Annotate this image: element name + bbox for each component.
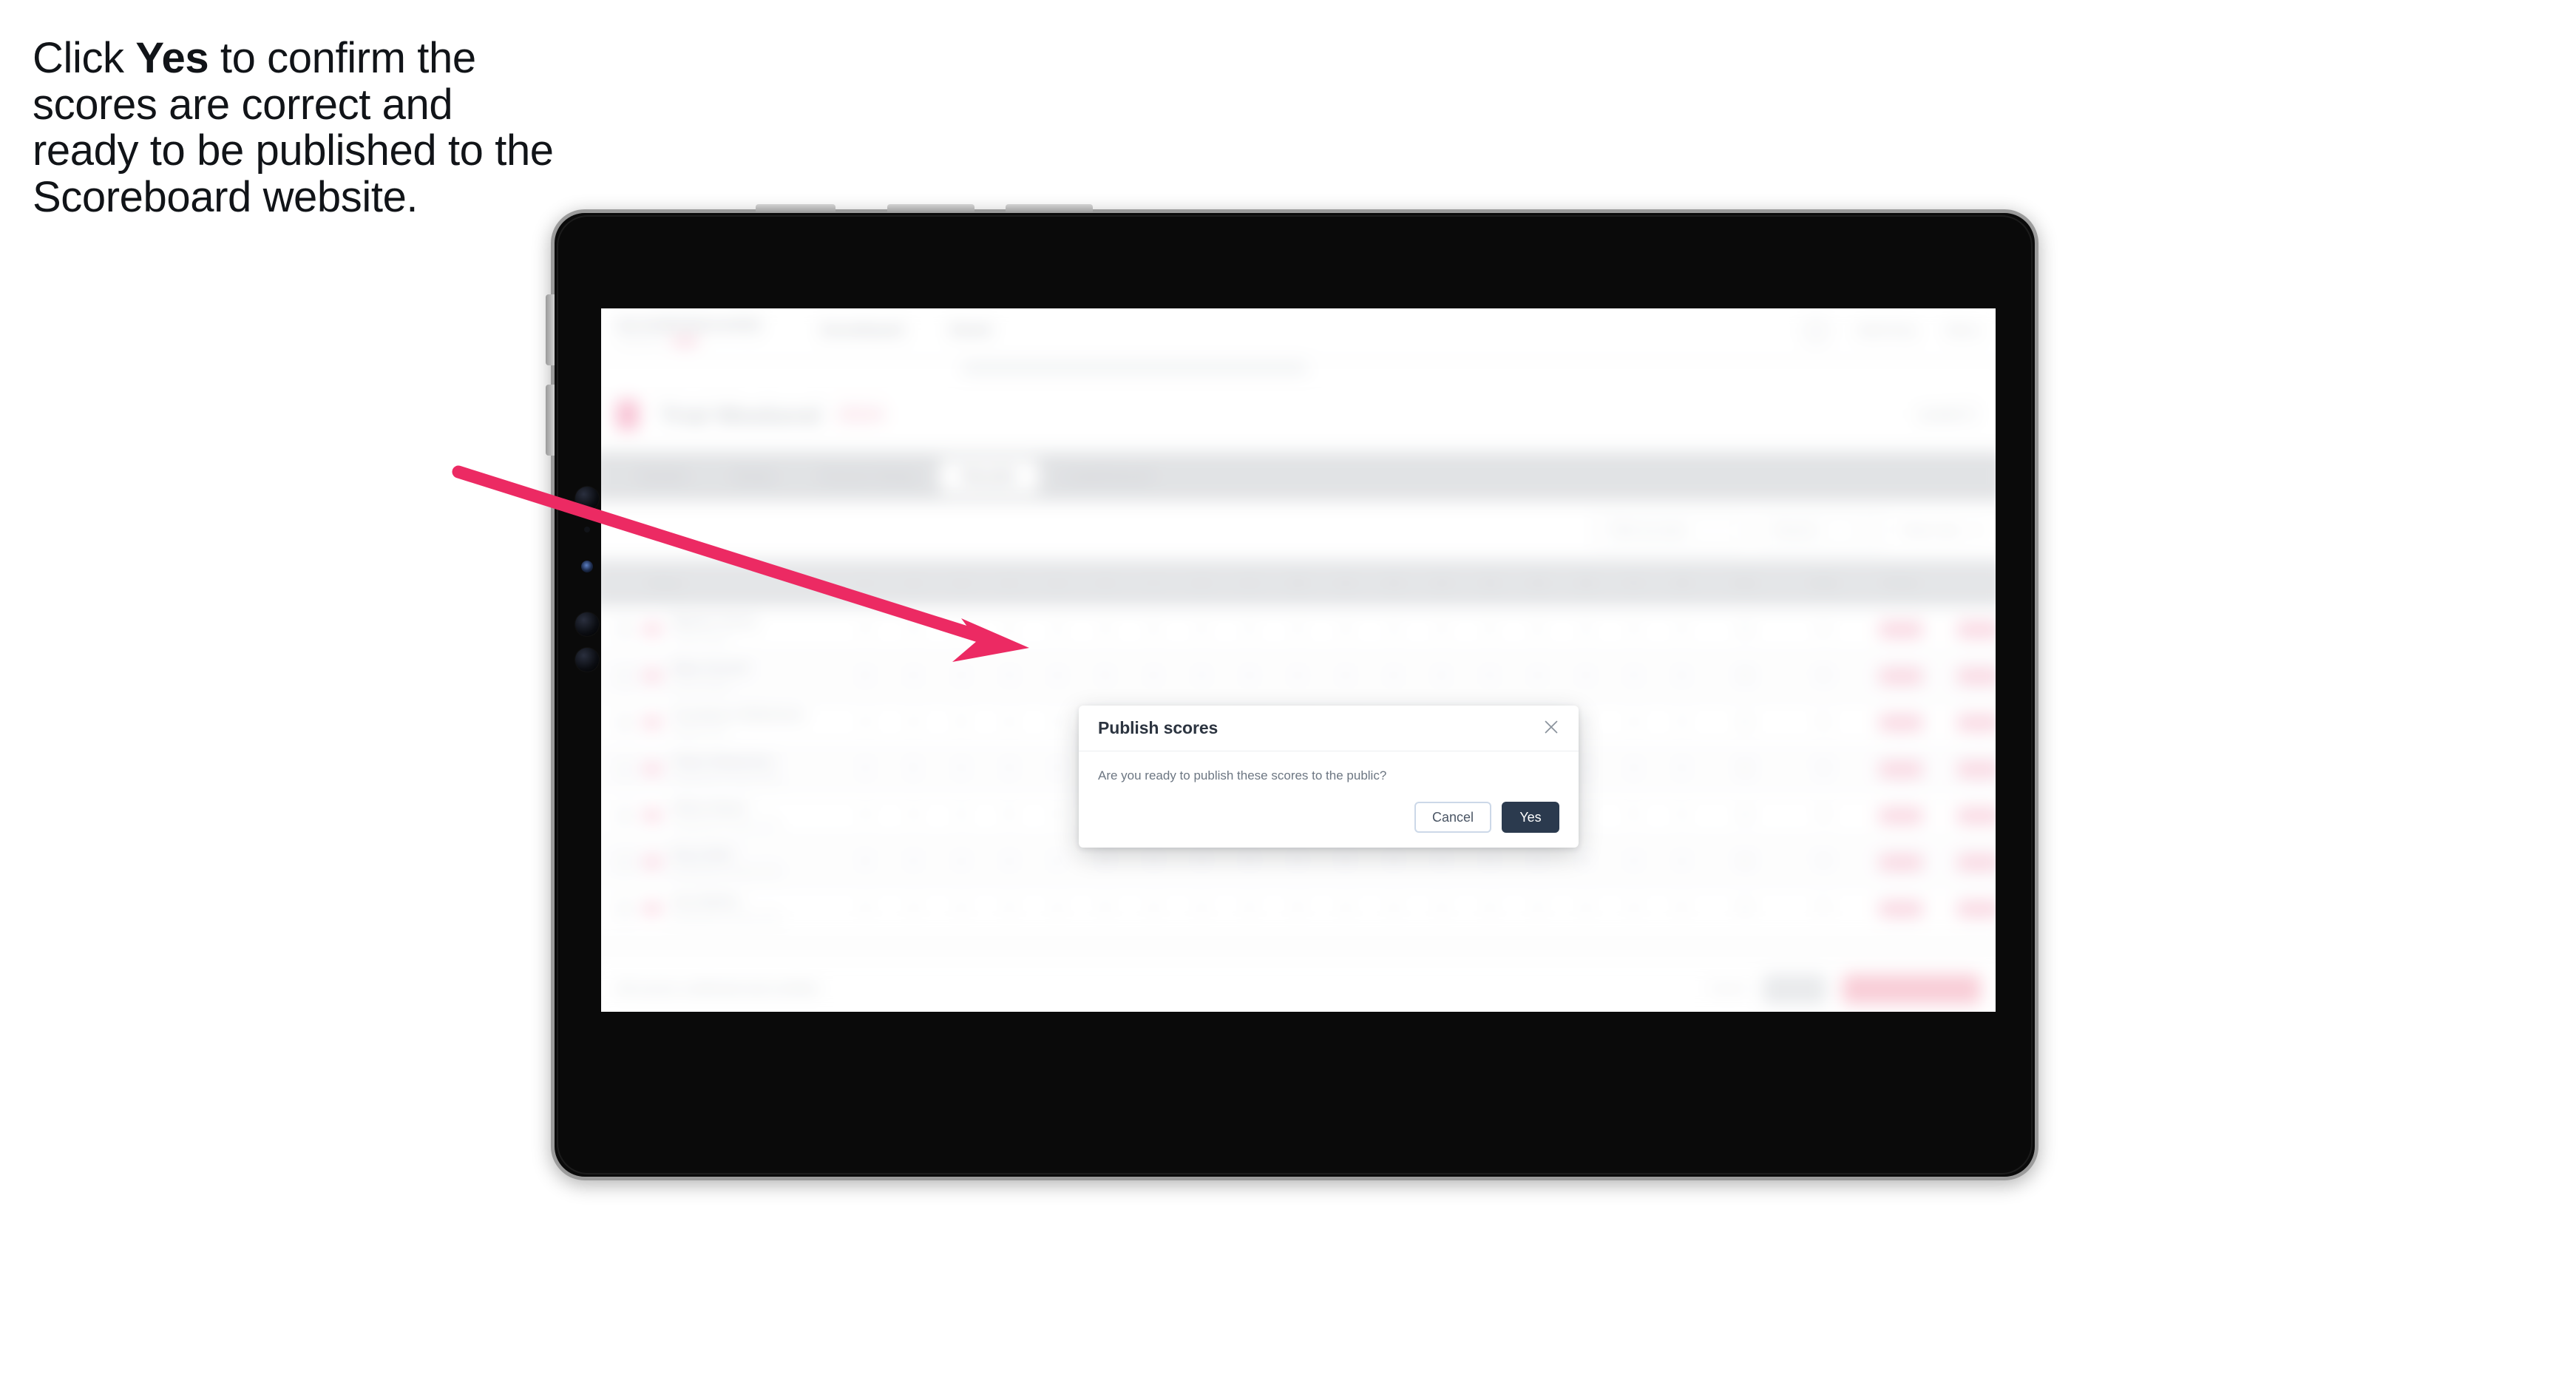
camera-lens-secondary-icon (575, 612, 599, 636)
camera-lens-tertiary-icon (575, 648, 599, 672)
dialog-actions: Cancel Yes (1414, 802, 1559, 833)
device-volume-down-button[interactable] (546, 385, 555, 456)
camera-module (574, 487, 600, 723)
device-top-button-2[interactable] (887, 204, 975, 213)
cancel-button[interactable]: Cancel (1414, 802, 1491, 833)
camera-lens-icon (575, 487, 599, 510)
dialog-message: Are you ready to publish these scores to… (1098, 768, 1387, 782)
caption-text-before: Click (33, 34, 136, 82)
instruction-caption: Click Yes to confirm the scores are corr… (33, 34, 565, 221)
dialog-body: Are you ready to publish these scores to… (1079, 751, 1579, 785)
camera-sensor-icon (584, 527, 590, 533)
tablet-screen: SCOREBOARD COMPETE Scoreboard Event Add … (601, 308, 1996, 1012)
camera-flash-icon (581, 561, 593, 572)
modal-scrim[interactable] (601, 308, 1996, 1012)
screenshot-stage: Click Yes to confirm the scores are corr… (0, 0, 2576, 1386)
tablet-device: SCOREBOARD COMPETE Scoreboard Event Add … (546, 204, 2038, 1180)
dialog-title: Publish scores (1098, 718, 1218, 737)
dialog-header: Publish scores (1079, 706, 1579, 751)
device-top-button-3[interactable] (1006, 204, 1093, 213)
caption-emphasis: Yes (135, 34, 209, 82)
publish-scores-dialog: Publish scores Are you ready to publish … (1079, 706, 1579, 848)
close-icon[interactable] (1540, 716, 1562, 738)
device-top-button-1[interactable] (756, 204, 835, 213)
yes-button[interactable]: Yes (1502, 802, 1559, 833)
device-volume-up-button[interactable] (546, 294, 555, 365)
